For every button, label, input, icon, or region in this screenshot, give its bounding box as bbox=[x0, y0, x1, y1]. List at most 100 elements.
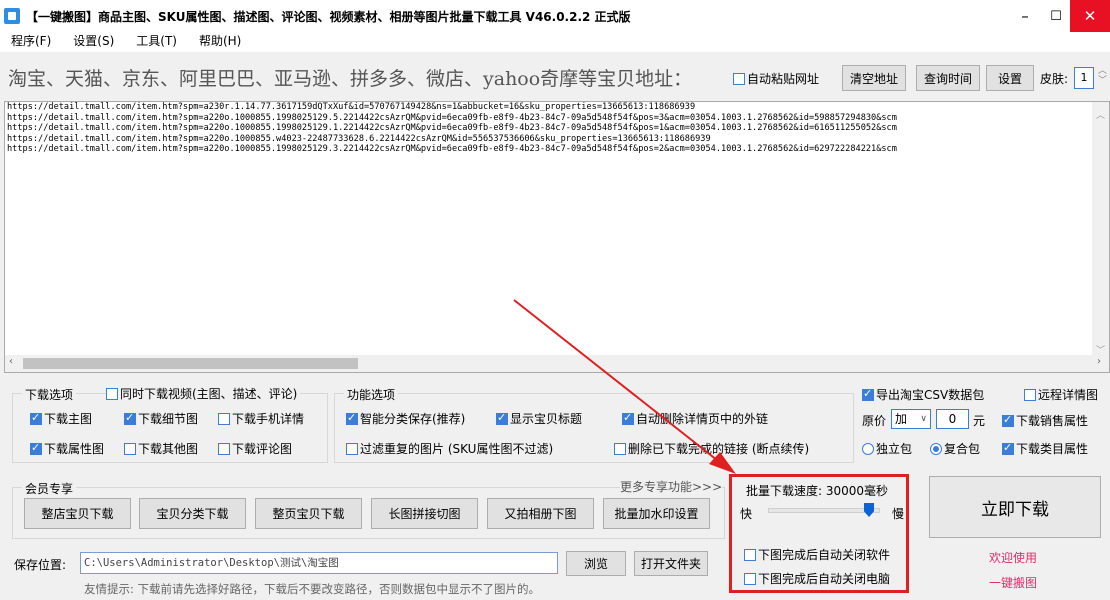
upai-album-button[interactable]: 又拍相册下图 bbox=[487, 498, 594, 529]
checkbox-icon bbox=[124, 411, 136, 425]
checkbox-icon bbox=[733, 73, 745, 85]
checkbox-icon bbox=[124, 443, 136, 455]
tip-text: 友情提示: 下载前请先选择好路径，下载后不要改变路径，否则数据包中显示不了图片的… bbox=[84, 582, 541, 596]
app-icon bbox=[4, 8, 20, 24]
detail-img-checkbox[interactable]: 下载细节图 bbox=[124, 410, 198, 427]
filter-dup-checkbox[interactable]: 过滤重复的图片 (SKU属性图不过滤) bbox=[346, 440, 553, 457]
mobile-detail-label: 下载手机详情 bbox=[232, 412, 305, 426]
smart-save-checkbox[interactable]: 智能分类保存(推荐) bbox=[346, 410, 465, 427]
checkbox-icon bbox=[218, 443, 230, 455]
sales-attr-checkbox[interactable]: 下载销售属性 bbox=[1002, 412, 1088, 429]
main-img-label: 下载主图 bbox=[44, 412, 93, 426]
mobile-detail-checkbox[interactable]: 下载手机详情 bbox=[218, 410, 304, 427]
checkbox-icon bbox=[106, 388, 118, 400]
url-line: https://detail.tmall.com/item.htm?spm=a2… bbox=[7, 144, 897, 154]
member-title: 会员专享 bbox=[22, 480, 77, 497]
price-op-value: 加 bbox=[895, 412, 908, 426]
skin-spinner-icon[interactable]: ︿ ﹀ bbox=[1098, 66, 1107, 86]
other-img-checkbox[interactable]: 下载其他图 bbox=[124, 440, 198, 457]
url-textarea[interactable]: https://detail.tmall.com/item.htm?spm=a2… bbox=[4, 101, 1110, 373]
delete-downloaded-checkbox[interactable]: 删除已下载完成的链接 (断点续传) bbox=[614, 440, 809, 457]
window-title: 【一键搬图】商品主图、SKU属性图、描述图、评论图、视频素材、相册等图片批量下载… bbox=[26, 10, 631, 24]
export-csv-label: 导出淘宝CSV数据包 bbox=[876, 388, 985, 402]
url-line: https://detail.tmall.com/item.htm?spm=a2… bbox=[7, 133, 711, 144]
more-features-link[interactable]: 更多专享功能>>> bbox=[620, 478, 723, 495]
auto-delete-links-checkbox[interactable]: 自动删除详情页中的外链 bbox=[622, 410, 768, 427]
save-path-input[interactable]: C:\Users\Administrator\Desktop\测试\淘宝图 bbox=[80, 552, 558, 574]
review-img-checkbox[interactable]: 下载评论图 bbox=[218, 440, 292, 457]
checkbox-icon bbox=[346, 411, 358, 425]
auto-paste-checkbox[interactable]: 自动粘贴网址 bbox=[733, 70, 819, 87]
start-download-button[interactable]: 立即下载 bbox=[929, 476, 1101, 538]
function-options-title: 功能选项 bbox=[344, 386, 399, 403]
combo-pack-radio[interactable]: 复合包 bbox=[930, 440, 980, 457]
price-unit: 元 bbox=[973, 414, 986, 428]
main-img-checkbox[interactable]: 下载主图 bbox=[30, 410, 92, 427]
filter-dup-label: 过滤重复的图片 (SKU属性图不过滤) bbox=[360, 442, 554, 456]
category-download-button[interactable]: 宝贝分类下载 bbox=[139, 498, 246, 529]
welcome-line1: 欢迎使用 bbox=[989, 551, 1038, 565]
long-image-button[interactable]: 长图拼接切图 bbox=[371, 498, 478, 529]
skin-input[interactable]: 1 bbox=[1074, 67, 1094, 89]
checkbox-icon bbox=[1002, 413, 1014, 427]
menu-settings[interactable]: 设置(S) bbox=[62, 32, 125, 52]
radio-icon bbox=[862, 443, 874, 455]
close-button[interactable]: ✕ bbox=[1070, 0, 1110, 32]
combo-pack-label: 复合包 bbox=[944, 442, 981, 456]
scroll-right-icon[interactable]: › bbox=[1097, 356, 1101, 367]
sales-attr-label: 下载销售属性 bbox=[1016, 414, 1089, 428]
show-title-checkbox[interactable]: 显示宝贝标题 bbox=[496, 410, 582, 427]
delete-downloaded-label: 删除已下载完成的链接 (断点续传) bbox=[628, 442, 810, 456]
show-title-label: 显示宝贝标题 bbox=[510, 412, 583, 426]
checkbox-icon bbox=[496, 411, 508, 425]
scroll-thumb[interactable] bbox=[23, 358, 358, 369]
chevron-down-icon: ∨ bbox=[920, 414, 927, 424]
menu-tools[interactable]: 工具(T) bbox=[125, 32, 188, 52]
checkbox-icon bbox=[30, 441, 42, 455]
remote-detail-checkbox[interactable]: 远程详情图 bbox=[1024, 386, 1098, 403]
url-line: https://detail.tmall.com/item.htm?spm=a2… bbox=[7, 102, 696, 112]
remote-detail-label: 远程详情图 bbox=[1038, 388, 1099, 402]
checkbox-icon bbox=[1024, 389, 1036, 401]
price-value-input[interactable]: 0 bbox=[936, 409, 969, 429]
menu-program[interactable]: 程序(F) bbox=[0, 32, 62, 52]
attr-img-checkbox[interactable]: 下载属性图 bbox=[30, 440, 104, 457]
video-label: 同时下载视频(主图、描述、评论) bbox=[120, 387, 298, 401]
welcome-line2: 一键搬图 bbox=[989, 576, 1038, 590]
checkbox-icon bbox=[622, 411, 634, 425]
video-checkbox[interactable]: 同时下载视频(主图、描述、评论) bbox=[106, 385, 301, 402]
download-options-title: 下载选项 bbox=[22, 386, 77, 403]
single-pack-label: 独立包 bbox=[876, 442, 913, 456]
radio-icon bbox=[930, 443, 942, 455]
url-line: https://detail.tmall.com/item.htm?spm=a2… bbox=[7, 112, 897, 123]
clear-url-button[interactable]: 清空地址 bbox=[842, 65, 906, 91]
query-time-button[interactable]: 查询时间 bbox=[916, 65, 980, 91]
horizontal-scrollbar[interactable]: ‹ › bbox=[5, 355, 1109, 372]
url-prompt: 淘宝、天猫、京东、阿里巴巴、亚马逊、拼多多、微店、yahoo奇摩等宝贝地址： bbox=[8, 68, 693, 90]
skin-label: 皮肤: bbox=[1040, 72, 1069, 86]
url-line: https://detail.tmall.com/item.htm?spm=a2… bbox=[7, 123, 897, 133]
checkbox-icon bbox=[218, 413, 230, 425]
export-csv-checkbox[interactable]: 导出淘宝CSV数据包 bbox=[862, 386, 984, 403]
checkbox-icon bbox=[346, 443, 358, 455]
browse-button[interactable]: 浏览 bbox=[566, 551, 626, 576]
category-attr-checkbox[interactable]: 下载类目属性 bbox=[1002, 440, 1088, 457]
single-pack-radio[interactable]: 独立包 bbox=[862, 440, 912, 457]
attr-img-label: 下载属性图 bbox=[44, 442, 105, 456]
page-download-button[interactable]: 整页宝贝下载 bbox=[255, 498, 362, 529]
vertical-scrollbar[interactable]: ︿ ﹀ bbox=[1092, 102, 1109, 356]
highlight-box bbox=[729, 474, 909, 593]
open-folder-button[interactable]: 打开文件夹 bbox=[634, 551, 708, 576]
watermark-button[interactable]: 批量加水印设置 bbox=[603, 498, 710, 529]
shop-download-button[interactable]: 整店宝贝下载 bbox=[24, 498, 131, 529]
title-bar: 【一键搬图】商品主图、SKU属性图、描述图、评论图、视频素材、相册等图片批量下载… bbox=[0, 0, 1110, 32]
price-op-select[interactable]: 加 ∨ bbox=[891, 409, 931, 429]
checkbox-icon bbox=[1002, 441, 1014, 455]
settings-button[interactable]: 设置 bbox=[986, 65, 1034, 91]
menu-bar: 程序(F) 设置(S) 工具(T) 帮助(H) bbox=[0, 32, 1110, 52]
review-img-label: 下载评论图 bbox=[232, 442, 293, 456]
category-attr-label: 下载类目属性 bbox=[1016, 442, 1089, 456]
checkbox-icon bbox=[614, 443, 626, 455]
menu-help[interactable]: 帮助(H) bbox=[188, 32, 252, 52]
scroll-left-icon[interactable]: ‹ bbox=[9, 356, 13, 367]
